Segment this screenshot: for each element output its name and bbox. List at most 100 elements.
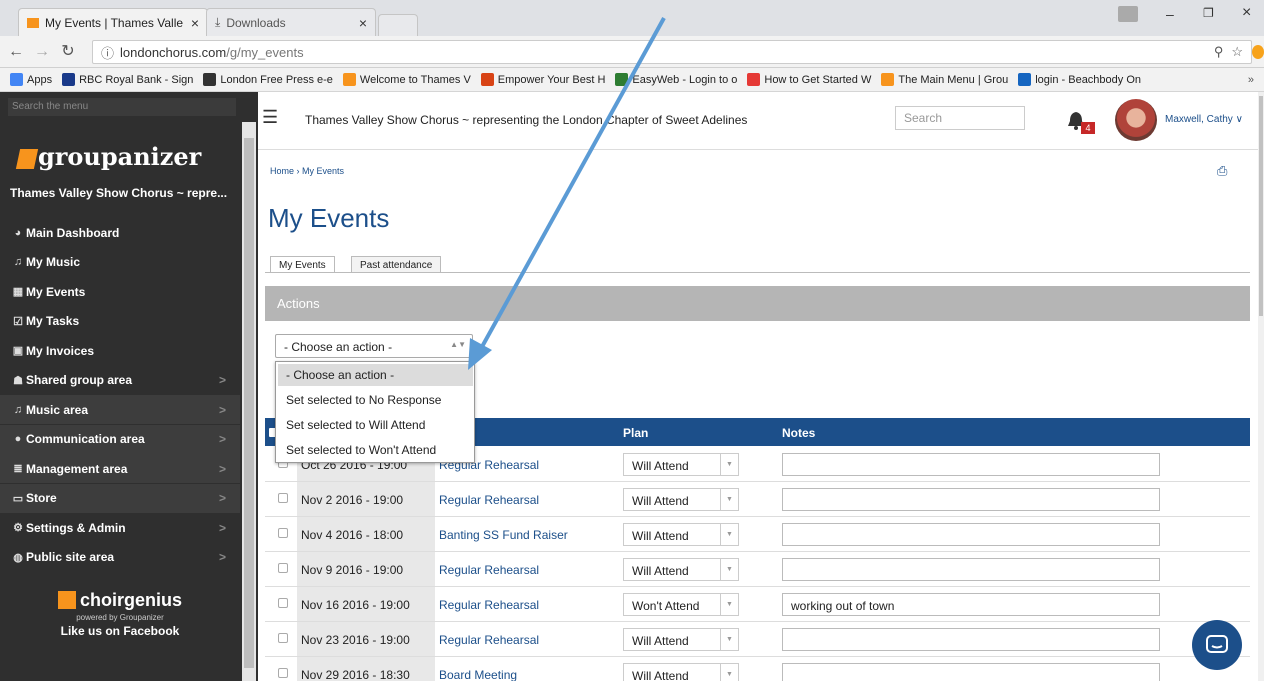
plan-select[interactable]: Will Attend ▼ — [623, 488, 739, 511]
chevron-right-icon: > — [218, 373, 226, 387]
action-select[interactable]: - Choose an action - ▲▼ — [275, 334, 473, 358]
plan-value: Won't Attend — [632, 599, 700, 613]
chevron-right-icon: > — [218, 432, 226, 446]
sidebar-item-settings-admin[interactable]: ⚙ Settings & Admin > — [0, 513, 240, 542]
event-link[interactable]: Board Meeting — [439, 668, 517, 681]
sidebar-item-my-events[interactable]: ▦ My Events — [0, 277, 240, 306]
restore-icon[interactable]: ❐ — [1203, 6, 1214, 20]
choirgenius-logo[interactable]: choirgenius — [0, 590, 240, 611]
bookmark-item[interactable]: RBC Royal Bank - Sign — [62, 73, 193, 86]
sidebar-search-input[interactable]: Search the menu — [8, 98, 236, 116]
site-search-input[interactable]: Search — [895, 106, 1025, 130]
bookmark-item[interactable]: The Main Menu | Grou — [881, 73, 1008, 86]
page-scroll-thumb[interactable] — [1259, 96, 1263, 316]
globe-icon: ◍ — [13, 551, 23, 564]
zoom-icon[interactable]: ⚲ — [1214, 44, 1224, 60]
sidebar-item-management-area[interactable]: ≣ Management area > — [0, 454, 240, 483]
sidebar-item-store[interactable]: ▭ Store > — [0, 483, 240, 513]
action-option[interactable]: Set selected to Won't Attend — [278, 439, 473, 461]
event-link[interactable]: Banting SS Fund Raiser — [439, 528, 568, 542]
user-menu[interactable]: Maxwell, Cathy ∨ — [1165, 114, 1243, 125]
close-window-icon[interactable]: × — [1242, 4, 1251, 22]
more-bookmarks-icon[interactable]: » — [1248, 74, 1254, 86]
sidebar-scroll-thumb[interactable] — [244, 138, 254, 668]
tab-my-events[interactable]: My Events — [270, 256, 335, 273]
plan-value: Will Attend — [632, 669, 689, 681]
back-icon[interactable]: ← — [6, 42, 26, 62]
sidebar-item-music-area[interactable]: ♫ Music area > — [0, 395, 240, 424]
row-checkbox[interactable] — [278, 598, 288, 608]
chat-icon — [1206, 635, 1228, 653]
row-checkbox[interactable] — [278, 668, 288, 678]
bookmark-item[interactable]: login - Beachbody On — [1018, 73, 1141, 86]
bookmark-item[interactable]: Empower Your Best H — [480, 73, 605, 86]
action-option[interactable]: Set selected to Will Attend — [278, 414, 473, 436]
browser-tab-my-events[interactable]: My Events | Thames Valle × — [18, 8, 208, 36]
store-icon: ▭ — [12, 492, 24, 505]
close-tab-icon[interactable]: × — [359, 15, 367, 31]
bookmark-item[interactable]: Welcome to Thames V — [342, 73, 471, 86]
bookmark-item[interactable]: Apps — [10, 73, 52, 86]
bookmark-label: login - Beachbody On — [1035, 73, 1142, 86]
url-field[interactable]: ⓘ londonchorus.com/g/my_events ⚲ ☆ — [92, 40, 1252, 64]
group-icon: ☗ — [13, 374, 23, 387]
event-date: Nov 2 2016 - 19:00 — [297, 482, 435, 516]
sidebar-item-main-dashboard[interactable]: ◕ Main Dashboard — [0, 218, 240, 247]
facebook-link[interactable]: Like us on Facebook — [0, 624, 240, 638]
plan-select[interactable]: Will Attend ▼ — [623, 523, 739, 546]
sidebar-item-my-music[interactable]: ♫ My Music — [0, 248, 240, 277]
action-option[interactable]: - Choose an action - — [278, 364, 473, 386]
profile-icon[interactable] — [1118, 6, 1138, 22]
event-link[interactable]: Regular Rehearsal — [439, 563, 539, 577]
menu-toggle-icon[interactable]: ☰ — [262, 107, 278, 128]
row-checkbox[interactable] — [278, 633, 288, 643]
choirgenius-block: choirgenius powered by Groupanizer Like … — [0, 590, 240, 638]
plan-select[interactable]: Won't Attend ▼ — [623, 593, 739, 616]
sidebar-item-public-site-area[interactable]: ◍ Public site area > — [0, 543, 240, 572]
bookmark-item[interactable]: London Free Press e-e — [203, 73, 333, 86]
row-checkbox[interactable] — [278, 563, 288, 573]
action-option[interactable]: Set selected to No Response — [278, 389, 473, 411]
tab-past-attendance[interactable]: Past attendance — [351, 256, 442, 273]
sidebar-item-shared-group-area[interactable]: ☗ Shared group area > — [0, 366, 240, 395]
print-icon[interactable]: ⎙ — [1217, 163, 1227, 179]
chat-launcher-button[interactable] — [1192, 620, 1242, 670]
close-tab-icon[interactable]: × — [191, 15, 199, 31]
plan-select[interactable]: Will Attend ▼ — [623, 628, 739, 651]
plan-select[interactable]: Will Attend ▼ — [623, 663, 739, 681]
browser-tab-downloads[interactable]: ⤓ Downloads × — [206, 8, 376, 36]
star-icon[interactable]: ☆ — [1231, 44, 1243, 60]
reload-icon[interactable]: ↻ — [58, 42, 78, 62]
bookmark-favicon-icon — [480, 73, 494, 86]
bookmark-item[interactable]: How to Get Started W — [747, 73, 871, 86]
forward-icon[interactable]: → — [32, 42, 52, 62]
notes-input[interactable] — [782, 558, 1160, 581]
notes-input[interactable] — [782, 628, 1160, 651]
breadcrumb[interactable]: Home › My Events — [270, 166, 344, 176]
table-row: Nov 9 2016 - 19:00 Regular Rehearsal Will … — [265, 552, 1250, 587]
sidebar-item-communication-area[interactable]: ● Communication area > — [0, 424, 240, 454]
row-checkbox[interactable] — [278, 493, 288, 503]
notes-input[interactable] — [782, 453, 1160, 476]
cogs-icon: ⚙ — [13, 522, 23, 534]
event-link[interactable]: Regular Rehearsal — [439, 493, 539, 507]
notes-input[interactable] — [782, 523, 1160, 546]
new-tab-button[interactable] — [378, 14, 418, 36]
row-checkbox[interactable] — [278, 528, 288, 538]
notes-input[interactable] — [782, 488, 1160, 511]
sidebar-item-my-tasks[interactable]: ☑ My Tasks — [0, 307, 240, 336]
groupanizer-logo[interactable]: groupanizer — [15, 142, 201, 171]
notes-input[interactable] — [782, 663, 1160, 681]
user-avatar[interactable] — [1115, 99, 1157, 141]
column-header-notes: Notes — [782, 426, 816, 440]
event-link[interactable]: Regular Rehearsal — [439, 633, 539, 647]
event-link[interactable]: Regular Rehearsal — [439, 598, 539, 612]
sidebar-item-my-invoices[interactable]: ▣ My Invoices — [0, 336, 240, 365]
extension-icon[interactable] — [1252, 45, 1264, 59]
notes-input[interactable]: working out of town — [782, 593, 1160, 616]
minimize-icon[interactable]: – — [1166, 6, 1174, 22]
plan-select[interactable]: Will Attend ▼ — [623, 558, 739, 581]
site-title[interactable]: Thames Valley Show Chorus ~ representing… — [305, 113, 747, 127]
bookmark-item[interactable]: EasyWeb - Login to o — [615, 73, 737, 86]
plan-select[interactable]: Will Attend ▼ — [623, 453, 739, 476]
